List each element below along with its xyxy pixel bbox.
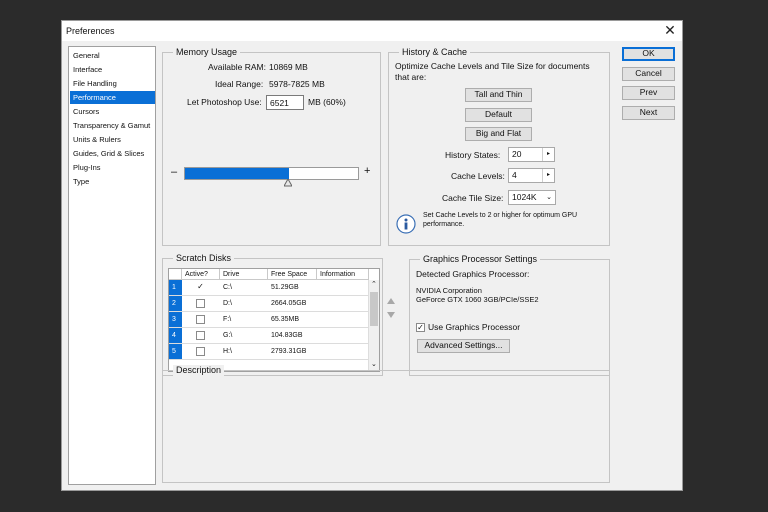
memory-slider[interactable] bbox=[184, 167, 359, 180]
advanced-settings-button[interactable]: Advanced Settings... bbox=[417, 339, 510, 353]
nav-item-transparency[interactable]: Transparency & Gamut bbox=[70, 119, 155, 132]
nav-item-type[interactable]: Type bbox=[70, 175, 155, 188]
table-row[interactable]: 1 ✓ C:\ 51.29GB bbox=[169, 280, 369, 296]
chevron-down-icon[interactable]: ⌄ bbox=[543, 191, 555, 204]
table-scrollbar[interactable]: ⌃ ⌄ bbox=[368, 280, 379, 371]
graphics-processor-title: Graphics Processor Settings bbox=[420, 254, 541, 265]
table-row[interactable]: 4 G:\ 104.83GB bbox=[169, 328, 369, 344]
close-icon[interactable]: ✕ bbox=[662, 22, 678, 39]
cache-tile-size-label: Cache Tile Size: bbox=[442, 193, 504, 203]
free-space-cell: 65.35MB bbox=[271, 316, 300, 323]
memory-percent-label: MB (60%) bbox=[308, 97, 346, 107]
preferences-dialog: Preferences ✕ General Interface File Han… bbox=[61, 20, 683, 491]
row-number: 5 bbox=[169, 344, 182, 359]
row-number: 4 bbox=[169, 328, 182, 343]
nav-item-plug-ins[interactable]: Plug-Ins bbox=[70, 161, 155, 174]
nav-item-cursors[interactable]: Cursors bbox=[70, 105, 155, 118]
cache-levels-label: Cache Levels: bbox=[451, 171, 505, 181]
slider-plus-icon: + bbox=[364, 165, 371, 177]
window-title: Preferences bbox=[66, 26, 115, 36]
next-button[interactable]: Next bbox=[622, 106, 675, 120]
ok-button[interactable]: OK bbox=[622, 47, 675, 61]
big-and-flat-button[interactable]: Big and Flat bbox=[465, 127, 532, 141]
cache-levels-arrow-icon[interactable]: ▸ bbox=[542, 169, 554, 182]
move-row-arrows[interactable] bbox=[387, 298, 395, 320]
slider-minus-icon: – bbox=[171, 166, 178, 178]
let-photoshop-use-label: Let Photoshop Use: bbox=[187, 97, 262, 107]
table-header-active[interactable]: Active? bbox=[182, 269, 220, 280]
history-states-value: 20 bbox=[512, 149, 522, 159]
table-header-drive[interactable]: Drive bbox=[220, 269, 268, 280]
memory-slider-thumb[interactable] bbox=[283, 177, 293, 187]
nav-item-general[interactable]: General bbox=[70, 49, 155, 62]
table-header-free-space[interactable]: Free Space bbox=[268, 269, 317, 280]
nav-item-file-handling[interactable]: File Handling bbox=[70, 77, 155, 90]
available-ram-label: Available RAM: bbox=[208, 62, 266, 72]
gpu-cache-info-text: Set Cache Levels to 2 or higher for opti… bbox=[423, 212, 578, 228]
cache-levels-input[interactable]: 4 ▸ bbox=[508, 168, 555, 183]
title-bar: Preferences ✕ bbox=[62, 21, 682, 41]
nav-item-interface[interactable]: Interface bbox=[70, 63, 155, 76]
history-states-arrow-icon[interactable]: ▸ bbox=[542, 148, 554, 161]
memory-usage-title: Memory Usage bbox=[173, 47, 241, 58]
drive-cell: H:\ bbox=[223, 348, 232, 355]
table-header-information[interactable]: Information bbox=[317, 269, 369, 280]
row-number: 1 bbox=[169, 280, 182, 295]
prev-button[interactable]: Prev bbox=[622, 86, 675, 100]
cache-levels-value: 4 bbox=[512, 170, 517, 180]
active-checkbox[interactable] bbox=[196, 315, 205, 324]
free-space-cell: 2793.31GB bbox=[271, 348, 307, 355]
ideal-range-label: Ideal Range: bbox=[215, 79, 264, 89]
scratch-disks-title: Scratch Disks bbox=[173, 253, 235, 264]
info-icon bbox=[396, 214, 416, 234]
drive-cell: G:\ bbox=[223, 332, 233, 339]
history-states-input[interactable]: 20 ▸ bbox=[508, 147, 555, 162]
nav-item-units-rulers[interactable]: Units & Rulers bbox=[70, 133, 155, 146]
scrollbar-thumb[interactable] bbox=[370, 292, 378, 326]
history-states-label: History States: bbox=[445, 150, 501, 160]
table-header-num bbox=[169, 269, 182, 280]
memory-slider-fill bbox=[185, 168, 289, 179]
scratch-disks-table: Active? Drive Free Space Information 1 ✓… bbox=[168, 268, 380, 372]
move-down-icon bbox=[387, 312, 395, 318]
preferences-nav-list: General Interface File Handling Performa… bbox=[68, 46, 156, 485]
active-checkbox[interactable] bbox=[196, 331, 205, 340]
move-up-icon bbox=[387, 298, 395, 304]
active-checkbox[interactable] bbox=[196, 347, 205, 356]
active-checkbox[interactable]: ✓ bbox=[196, 283, 205, 292]
available-ram-value: 10869 MB bbox=[269, 62, 308, 72]
free-space-cell: 104.83GB bbox=[271, 332, 303, 339]
scroll-down-icon[interactable]: ⌄ bbox=[371, 360, 377, 368]
cache-tile-size-value: 1024K bbox=[512, 192, 537, 202]
tall-and-thin-button[interactable]: Tall and Thin bbox=[465, 88, 532, 102]
table-row[interactable]: 2 D:\ 2664.05GB bbox=[169, 296, 369, 312]
nav-item-guides-grid[interactable]: Guides, Grid & Slices bbox=[70, 147, 155, 160]
cache-tile-size-select[interactable]: 1024K ⌄ bbox=[508, 190, 556, 205]
use-gpu-label: Use Graphics Processor bbox=[428, 322, 521, 332]
row-number: 2 bbox=[169, 296, 182, 311]
history-cache-title: History & Cache bbox=[399, 47, 471, 58]
free-space-cell: 51.29GB bbox=[271, 284, 299, 291]
active-checkbox[interactable] bbox=[196, 299, 205, 308]
row-number: 3 bbox=[169, 312, 182, 327]
default-button[interactable]: Default bbox=[465, 108, 532, 122]
free-space-cell: 2664.05GB bbox=[271, 300, 307, 307]
description-title: Description bbox=[173, 365, 225, 376]
cache-optimize-description: Optimize Cache Levels and Tile Size for … bbox=[395, 61, 590, 82]
description-group: Description bbox=[162, 365, 610, 483]
drive-cell: C:\ bbox=[223, 284, 232, 291]
gpu-model: GeForce GTX 1060 3GB/PCIe/SSE2 bbox=[416, 295, 539, 304]
table-row[interactable]: 3 F:\ 65.35MB bbox=[169, 312, 369, 328]
drive-cell: F:\ bbox=[223, 316, 232, 323]
scroll-up-icon[interactable]: ⌃ bbox=[371, 280, 377, 288]
ideal-range-value: 5978-7825 MB bbox=[269, 79, 325, 89]
detected-gpu-label: Detected Graphics Processor: bbox=[416, 269, 530, 279]
use-gpu-checkbox[interactable]: ✓ bbox=[416, 323, 425, 332]
memory-amount-input[interactable]: 6521 bbox=[266, 95, 304, 110]
drive-cell: D:\ bbox=[223, 300, 232, 307]
cancel-button[interactable]: Cancel bbox=[622, 67, 675, 81]
table-row[interactable]: 5 H:\ 2793.31GB bbox=[169, 344, 369, 360]
nav-item-performance[interactable]: Performance bbox=[70, 91, 155, 104]
